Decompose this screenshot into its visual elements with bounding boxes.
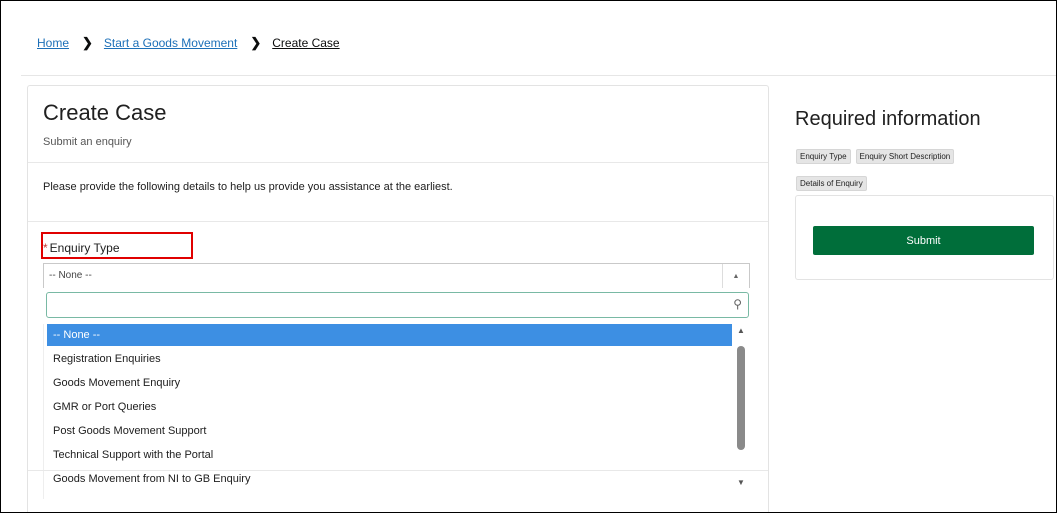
- breadcrumb-current: Create Case: [272, 36, 340, 50]
- caret-up-icon[interactable]: ▲: [722, 264, 749, 288]
- create-case-card: Create Case Submit an enquiry Please pro…: [27, 85, 769, 512]
- dropdown-option-goods-movement[interactable]: Goods Movement Enquiry: [47, 372, 732, 394]
- breadcrumb: Home ❯ Start a Goods Movement ❯ Create C…: [37, 35, 340, 51]
- breadcrumb-home-link[interactable]: Home: [37, 36, 69, 50]
- dropdown-option-gmr-port[interactable]: GMR or Port Queries: [47, 396, 732, 418]
- enquiry-type-label: * Enquiry Type: [43, 241, 120, 255]
- enquiry-type-select[interactable]: -- None -- ▲: [43, 263, 750, 288]
- intro-text: Please provide the following details to …: [43, 181, 453, 193]
- divider: [28, 162, 768, 163]
- dropdown-scrollbar[interactable]: ▲ ▼: [734, 324, 748, 494]
- required-tag: Details of Enquiry: [796, 176, 867, 191]
- scroll-up-icon[interactable]: ▲: [737, 326, 745, 335]
- dropdown-option-ni-to-gb[interactable]: Goods Movement from NI to GB Enquiry: [47, 468, 732, 490]
- dropdown-option-registration[interactable]: Registration Enquiries: [47, 348, 732, 370]
- page-frame: Home ❯ Start a Goods Movement ❯ Create C…: [0, 0, 1057, 513]
- enquiry-type-selected-value: -- None --: [49, 270, 92, 281]
- search-icon: ⚲: [733, 297, 742, 311]
- enquiry-type-label-text: Enquiry Type: [49, 241, 120, 255]
- dropdown-search-input[interactable]: [53, 297, 713, 313]
- scrollbar-thumb[interactable]: [737, 346, 745, 450]
- page-subtitle: Submit an enquiry: [43, 136, 132, 148]
- divider: [28, 470, 768, 471]
- required-information-title: Required information: [795, 108, 981, 130]
- dropdown-options-list: -- None -- Registration Enquiries Goods …: [43, 324, 751, 499]
- dropdown-search-box: ⚲: [46, 292, 749, 318]
- required-marker: *: [43, 241, 48, 255]
- divider: [21, 75, 1056, 76]
- submit-card: Submit: [795, 195, 1054, 280]
- page-title: Create Case: [43, 100, 167, 125]
- chevron-right-icon: ❯: [250, 35, 262, 50]
- dropdown-option-post-goods-movement[interactable]: Post Goods Movement Support: [47, 420, 732, 442]
- required-tags: Enquiry Type Enquiry Short Description De…: [796, 146, 1046, 200]
- scroll-down-icon[interactable]: ▼: [737, 478, 745, 487]
- required-tag: Enquiry Short Description: [855, 149, 955, 164]
- chevron-right-icon: ❯: [82, 35, 93, 50]
- breadcrumb-goods-movement-link[interactable]: Start a Goods Movement: [104, 36, 237, 50]
- required-tag: Enquiry Type: [796, 149, 851, 164]
- submit-button[interactable]: Submit: [813, 226, 1034, 255]
- dropdown-option-none[interactable]: -- None --: [47, 324, 732, 346]
- dropdown-option-technical-support[interactable]: Technical Support with the Portal: [47, 444, 732, 466]
- divider: [28, 221, 768, 222]
